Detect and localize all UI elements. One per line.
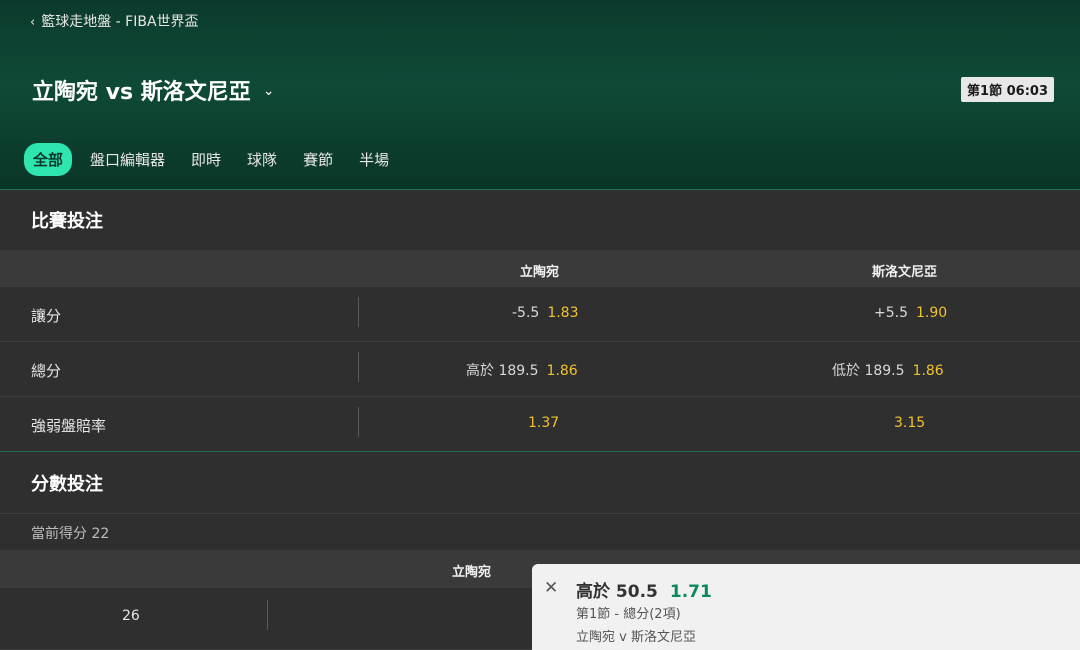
- market-label: 讓分: [31, 307, 62, 325]
- betslip-market: 第1節 - 總分(2項): [576, 607, 681, 622]
- odd-value: 1.90: [916, 305, 948, 321]
- odd-value: 1.83: [547, 305, 579, 321]
- market-label: 總分: [31, 362, 62, 380]
- market-row-total: 總分 高於 189.5 1.86 低於 189.5 1.86: [0, 342, 1080, 397]
- odd-value: 1.37: [528, 415, 560, 431]
- tab-team[interactable]: 球隊: [239, 143, 285, 176]
- tab-bet-builder[interactable]: 盤口編輯器: [82, 143, 173, 176]
- odd-value: 3.15: [894, 415, 926, 431]
- line-value: +5.5: [874, 305, 908, 321]
- odds-button-away-handicap[interactable]: +5.5 1.90: [874, 305, 947, 321]
- odds-button-under-total[interactable]: 低於 189.5 1.86: [832, 360, 944, 380]
- match-header: ‹ 籃球走地盤 - FIBA世界盃 立陶宛 vs 斯洛文尼亞 ⌄ 第1節 06:0…: [0, 0, 1080, 190]
- market-tabs: 全部 盤口編輯器 即時 球隊 賽節 半場: [24, 143, 407, 176]
- betslip-panel[interactable]: ✕ 高於 50.5 1.71 第1節 - 總分(2項) 立陶宛 v 斯洛文尼亞: [532, 564, 1080, 650]
- odds-button-away-moneyline[interactable]: 3.15: [894, 415, 925, 431]
- line-value: 低於 189.5: [832, 363, 905, 379]
- current-score-text: 當前得分 22: [31, 526, 110, 542]
- selection-odd: 1.71: [669, 582, 712, 602]
- chevron-left-icon: ‹: [30, 15, 36, 30]
- market-row-moneyline: 強弱盤賠率 1.37 3.15: [0, 397, 1080, 452]
- column-home-team: 立陶宛: [452, 565, 492, 580]
- line-value: -5.5: [512, 305, 540, 321]
- period-clock-badge: 第1節 06:03: [961, 77, 1054, 102]
- selection-label: 高於 50.5: [576, 582, 658, 602]
- betslip-selection: 高於 50.5 1.71: [576, 577, 712, 602]
- divider: [267, 600, 268, 630]
- tab-live[interactable]: 即時: [183, 143, 229, 176]
- market-label: 強弱盤賠率: [31, 417, 107, 435]
- tab-quarter[interactable]: 賽節: [295, 143, 341, 176]
- betslip-event: 立陶宛 v 斯洛文尼亞: [576, 630, 696, 645]
- divider: [358, 352, 359, 382]
- tab-half[interactable]: 半場: [351, 143, 397, 176]
- divider: [358, 407, 359, 437]
- match-bets-column-header: 立陶宛 斯洛文尼亞: [0, 250, 1080, 287]
- match-title-text: 立陶宛 vs 斯洛文尼亞: [32, 80, 251, 105]
- close-icon[interactable]: ✕: [544, 578, 558, 598]
- line-value: 高於 189.5: [466, 363, 539, 379]
- chevron-down-icon: ⌄: [262, 83, 275, 99]
- breadcrumb[interactable]: ‹ 籃球走地盤 - FIBA世界盃: [30, 11, 199, 31]
- tab-all[interactable]: 全部: [24, 143, 73, 176]
- score-bets-title[interactable]: 分數投注: [0, 452, 1080, 514]
- match-bets-title[interactable]: 比賽投注: [0, 190, 1080, 250]
- odd-value: 1.86: [912, 363, 944, 379]
- divider: [358, 297, 359, 327]
- score-row-label: 26: [122, 608, 140, 624]
- breadcrumb-label: 籃球走地盤 - FIBA世界盃: [41, 14, 199, 30]
- odd-value: 1.86: [546, 363, 578, 379]
- column-home-team: 立陶宛: [520, 265, 560, 280]
- match-title[interactable]: 立陶宛 vs 斯洛文尼亞 ⌄: [32, 74, 275, 106]
- current-score-row: 當前得分 22: [0, 514, 1080, 550]
- market-row-handicap: 讓分 -5.5 1.83 +5.5 1.90: [0, 287, 1080, 342]
- column-away-team: 斯洛文尼亞: [872, 265, 938, 280]
- odds-button-home-moneyline[interactable]: 1.37: [528, 415, 559, 431]
- odds-button-home-handicap[interactable]: -5.5 1.83: [512, 305, 579, 321]
- odds-button-over-total[interactable]: 高於 189.5 1.86: [466, 360, 578, 380]
